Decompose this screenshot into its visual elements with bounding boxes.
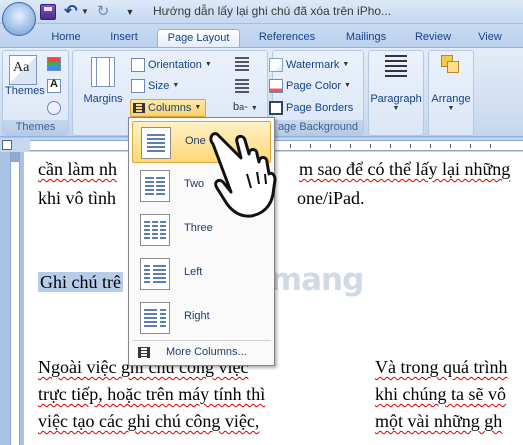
customize-toolbar-icon[interactable]: ▼ bbox=[125, 4, 135, 20]
chevron-down-icon: ▼ bbox=[204, 61, 212, 68]
more-columns-label: More Columns... bbox=[166, 346, 247, 358]
margins-label: Margins bbox=[83, 93, 123, 105]
chevron-down-icon: ▼ bbox=[194, 104, 202, 111]
columns-option-label: Three bbox=[184, 222, 213, 234]
page-color-icon bbox=[269, 79, 283, 93]
theme-effects-icon[interactable] bbox=[47, 101, 61, 115]
title-bar: ↶ ▼ ↻ ▼ Hướng dẫn lấy lại ghi chú đã xóa… bbox=[0, 0, 523, 24]
columns-button[interactable]: Columns ▼ bbox=[130, 99, 207, 117]
tab-home[interactable]: Home bbox=[42, 29, 90, 48]
paragraph-label: Paragraph bbox=[370, 93, 422, 105]
arrange-label: Arrange bbox=[431, 93, 471, 105]
tab-selector-icon[interactable] bbox=[2, 140, 12, 150]
pointing-hand-icon bbox=[209, 132, 277, 218]
size-button[interactable]: Size ▼ bbox=[131, 77, 179, 95]
themes-group: Aa Themes A Themes bbox=[2, 50, 69, 136]
watermark-label: Watermark bbox=[286, 59, 340, 71]
doc-col1-line-2: trực tiếp, hoặc trên máy tính thì bbox=[38, 384, 266, 404]
columns-label: Columns bbox=[148, 102, 192, 114]
columns-icon bbox=[133, 103, 145, 113]
doc-line-1b: m sao để có thể lấy lại những bbox=[299, 159, 511, 179]
hyphenation-icon[interactable]: ba- ▼ bbox=[233, 101, 258, 113]
paragraph-group: Paragraph ▼ bbox=[368, 50, 424, 136]
theme-colors-icon[interactable] bbox=[47, 57, 61, 71]
orientation-button[interactable]: Orientation ▼ bbox=[131, 56, 212, 74]
doc-col2-line-2: khi chúng ta sẽ vô bbox=[375, 384, 506, 404]
doc-line-1a: cần làm nh bbox=[38, 159, 117, 179]
chevron-down-icon: ▼ bbox=[392, 105, 400, 112]
page-color-button[interactable]: Page Color ▼ bbox=[269, 77, 351, 95]
columns-option-label: Right bbox=[184, 310, 210, 322]
orientation-icon bbox=[131, 58, 145, 72]
doc-col2-line-1: Và trong quá trình bbox=[375, 357, 508, 377]
orientation-label: Orientation bbox=[148, 59, 202, 71]
columns-option-left[interactable]: Left bbox=[132, 253, 271, 295]
page-borders-label: Page Borders bbox=[286, 102, 354, 114]
chevron-down-icon: ▼ bbox=[344, 82, 351, 89]
size-icon bbox=[131, 79, 145, 93]
themes-icon: Aa bbox=[9, 55, 37, 85]
chevron-down-icon: ▼ bbox=[342, 61, 350, 68]
office-button[interactable] bbox=[2, 2, 36, 36]
themes-button[interactable]: Aa Themes bbox=[5, 55, 45, 97]
columns-option-label: Left bbox=[184, 266, 203, 278]
theme-fonts-icon[interactable]: A bbox=[47, 78, 61, 93]
columns-option-right[interactable]: Right bbox=[132, 297, 271, 339]
vertical-ruler[interactable] bbox=[10, 152, 20, 445]
more-columns-icon bbox=[138, 347, 150, 358]
paragraph-icon bbox=[385, 55, 407, 79]
arrange-icon bbox=[441, 55, 461, 77]
paragraph-button[interactable]: Paragraph ▼ bbox=[369, 55, 423, 112]
tab-insert[interactable]: Insert bbox=[100, 29, 148, 48]
margins-button[interactable]: Margins bbox=[83, 57, 123, 105]
ribbon-tabs: Home Insert Page Layout References Maili… bbox=[0, 2, 523, 48]
doc-line-2a: khi vô tình bbox=[38, 188, 117, 208]
margins-icon bbox=[91, 57, 115, 87]
themes-label: Themes bbox=[5, 85, 45, 97]
more-columns-item[interactable]: More Columns... bbox=[132, 344, 271, 362]
page-borders-icon bbox=[269, 101, 283, 115]
save-icon[interactable] bbox=[40, 4, 56, 20]
left-column-icon bbox=[140, 258, 170, 290]
doc-col2-line-3: một vài những gh bbox=[375, 411, 503, 431]
page-background-group: Watermark ▼ Page Color ▼ Page Borders ag… bbox=[269, 50, 364, 136]
redo-icon[interactable]: ↻ bbox=[95, 4, 111, 20]
right-column-icon bbox=[140, 302, 170, 334]
two-columns-icon bbox=[140, 170, 170, 202]
tab-page-layout[interactable]: Page Layout bbox=[157, 29, 240, 48]
themes-group-label: Themes bbox=[3, 120, 68, 135]
doc-col1-line-3: việc tạo các ghi chú công việc, bbox=[38, 411, 260, 431]
breaks-icon[interactable] bbox=[235, 57, 249, 71]
tab-view[interactable]: View bbox=[470, 29, 510, 48]
columns-option-label: One bbox=[185, 135, 206, 147]
undo-dropdown-icon[interactable]: ▼ bbox=[80, 4, 90, 20]
doc-heading-text: Ghi chú trê bbox=[38, 272, 123, 292]
page-background-group-label: age Background bbox=[273, 120, 363, 135]
arrange-button[interactable]: Arrange ▼ bbox=[429, 55, 473, 112]
watermark-icon bbox=[269, 58, 283, 72]
undo-icon[interactable]: ↶ bbox=[63, 4, 79, 20]
arrange-group: Arrange ▼ bbox=[428, 50, 474, 136]
tab-review[interactable]: Review bbox=[408, 29, 458, 48]
doc-heading: Ghi chú trê bbox=[38, 272, 123, 293]
page-color-label: Page Color bbox=[286, 80, 342, 92]
watermark-button[interactable]: Watermark ▼ bbox=[269, 56, 349, 74]
doc-col1-line-4 bbox=[38, 437, 43, 445]
line-numbers-icon[interactable] bbox=[235, 79, 249, 93]
size-label: Size bbox=[148, 80, 170, 92]
columns-option-label: Two bbox=[184, 178, 205, 190]
chevron-down-icon: ▼ bbox=[172, 82, 180, 89]
window-title: Hướng dẫn lấy lại ghi chú đã xóa trên iP… bbox=[153, 4, 392, 18]
three-columns-icon bbox=[140, 214, 170, 246]
menu-separator bbox=[132, 340, 271, 341]
doc-line-2b: one/iPad. bbox=[297, 188, 365, 208]
one-column-icon bbox=[141, 127, 171, 159]
tab-references[interactable]: References bbox=[250, 29, 324, 48]
page-borders-button[interactable]: Page Borders bbox=[269, 99, 353, 117]
chevron-down-icon: ▼ bbox=[447, 105, 455, 112]
tab-mailings[interactable]: Mailings bbox=[336, 29, 396, 48]
